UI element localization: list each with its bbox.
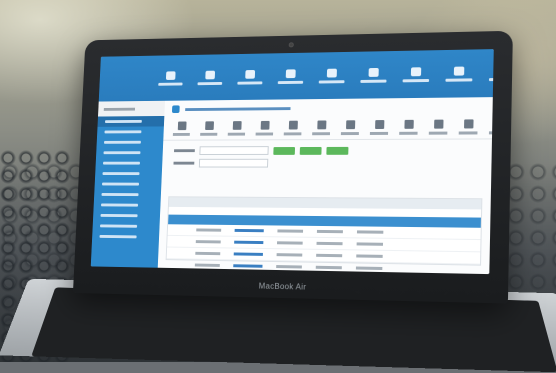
- toolbar-button[interactable]: [399, 119, 418, 135]
- sidebar-item[interactable]: [97, 115, 165, 127]
- sidebar-item[interactable]: [94, 179, 161, 190]
- action-toolbar: [163, 115, 494, 141]
- filter-input[interactable]: [199, 146, 269, 155]
- toolbar-button[interactable]: [369, 120, 389, 135]
- ribbon-button[interactable]: [445, 66, 473, 82]
- toolbar-icon: [433, 119, 444, 129]
- toolbar-button[interactable]: [488, 119, 494, 135]
- camera-icon: [288, 42, 294, 48]
- row-link[interactable]: [234, 228, 264, 233]
- ribbon-icon: [205, 70, 216, 79]
- toolbar-button[interactable]: [458, 119, 478, 135]
- sidebar-item[interactable]: [95, 158, 162, 169]
- toolbar-icon: [403, 119, 414, 129]
- ribbon-button[interactable]: [318, 68, 345, 84]
- ribbon-icon: [368, 67, 379, 77]
- sidebar-item[interactable]: [93, 210, 160, 221]
- data-table: [165, 196, 483, 275]
- table-toolbar: [168, 197, 482, 210]
- ribbon-icon: [285, 68, 296, 78]
- sidebar-item[interactable]: [95, 168, 162, 179]
- ribbon-button[interactable]: [237, 69, 263, 85]
- toolbar-icon: [260, 120, 270, 130]
- sidebar-header[interactable]: [98, 100, 166, 117]
- ribbon-icon: [410, 66, 422, 76]
- filter-button[interactable]: [299, 146, 322, 155]
- ribbon-button[interactable]: [277, 68, 304, 84]
- toolbar-button[interactable]: [340, 120, 359, 136]
- filter-button[interactable]: [326, 146, 349, 155]
- ribbon-icon: [165, 70, 176, 80]
- app-sidebar: [90, 100, 166, 268]
- toolbar-button[interactable]: [428, 119, 448, 135]
- toolbar-icon: [177, 121, 187, 131]
- filter-input[interactable]: [198, 158, 269, 168]
- toolbar-button[interactable]: [172, 121, 191, 136]
- ribbon-icon: [326, 68, 337, 78]
- sidebar-item[interactable]: [96, 147, 163, 158]
- toolbar-icon: [232, 121, 242, 130]
- toolbar-icon: [316, 120, 326, 130]
- sidebar-item[interactable]: [93, 200, 160, 211]
- toolbar-icon: [288, 120, 298, 130]
- row-link[interactable]: [233, 264, 263, 268]
- filter-panel: [162, 139, 492, 173]
- sidebar-item[interactable]: [92, 231, 159, 242]
- laptop-screen: [90, 49, 494, 275]
- laptop-brand-label: MacBook Air: [258, 281, 307, 292]
- filter-row: [173, 158, 479, 168]
- sidebar-item[interactable]: [94, 189, 161, 200]
- filter-button[interactable]: [273, 146, 296, 155]
- toolbar-button[interactable]: [255, 120, 274, 136]
- toolbar-icon: [374, 120, 384, 130]
- toolbar-button[interactable]: [227, 121, 246, 136]
- toolbar-icon: [204, 121, 214, 130]
- filter-row: [174, 146, 479, 155]
- app-ribbon: [98, 49, 494, 102]
- ribbon-button[interactable]: [488, 65, 494, 81]
- ribbon-button[interactable]: [360, 67, 387, 83]
- toolbar-button[interactable]: [312, 120, 331, 136]
- laptop-lid: MacBook Air: [72, 30, 513, 304]
- toolbar-icon: [345, 120, 355, 130]
- app-main: [157, 97, 494, 275]
- sidebar-item[interactable]: [97, 137, 164, 148]
- ribbon-button[interactable]: [197, 70, 223, 85]
- ribbon-icon: [245, 69, 256, 79]
- toolbar-icon: [463, 119, 474, 129]
- row-link[interactable]: [234, 240, 264, 245]
- row-link[interactable]: [233, 252, 263, 256]
- toolbar-button[interactable]: [283, 120, 302, 136]
- sidebar-item[interactable]: [97, 126, 164, 137]
- ribbon-button[interactable]: [158, 70, 183, 86]
- app-logo-icon: [171, 105, 180, 114]
- ribbon-button[interactable]: [402, 66, 430, 82]
- ribbon-icon: [453, 66, 465, 76]
- toolbar-button[interactable]: [200, 121, 218, 136]
